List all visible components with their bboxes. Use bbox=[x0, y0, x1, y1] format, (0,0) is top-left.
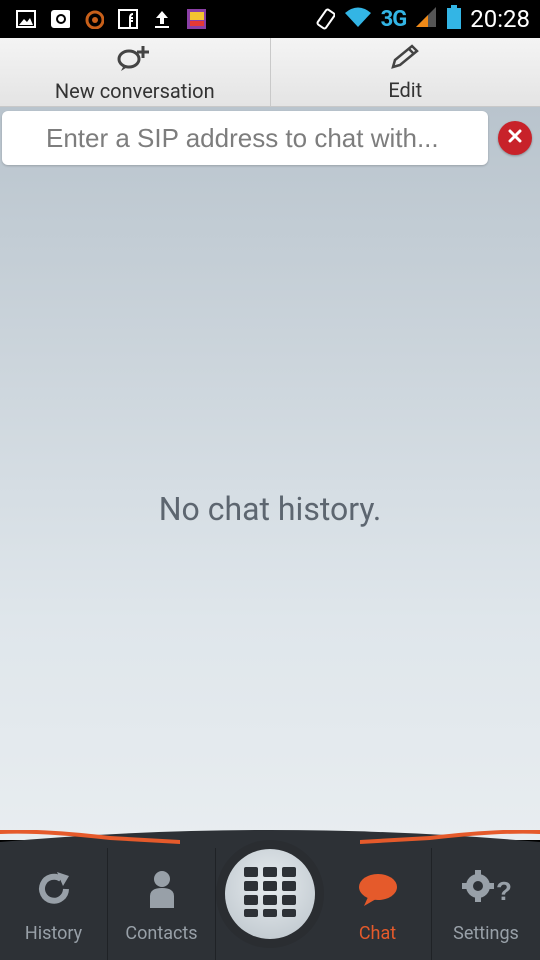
image-icon bbox=[16, 9, 36, 29]
pencil-icon bbox=[388, 43, 422, 78]
contacts-icon bbox=[142, 868, 182, 923]
facebook-icon bbox=[118, 9, 138, 29]
weather-icon bbox=[84, 9, 104, 29]
clear-button[interactable] bbox=[498, 121, 532, 155]
tab-chat-label: Chat bbox=[358, 923, 397, 944]
tab-settings[interactable]: ? Settings bbox=[432, 848, 540, 960]
new-conversation-button[interactable]: New conversation bbox=[0, 38, 271, 106]
edit-button[interactable]: Edit bbox=[271, 38, 540, 106]
svg-text:?: ? bbox=[496, 876, 512, 906]
settings-icon: ? bbox=[460, 868, 512, 923]
sip-address-field[interactable] bbox=[2, 111, 488, 165]
network-type: 3G bbox=[380, 6, 408, 32]
rotate-icon bbox=[315, 8, 335, 30]
mail-icon bbox=[50, 9, 70, 29]
tab-history[interactable]: History bbox=[0, 848, 108, 960]
dialer-button[interactable] bbox=[216, 840, 324, 948]
dialer-icon bbox=[242, 865, 298, 923]
close-icon bbox=[507, 128, 523, 148]
chat-icon bbox=[356, 870, 400, 923]
empty-state-message: No chat history. bbox=[158, 490, 382, 528]
signal-icon bbox=[414, 5, 438, 33]
tab-chat[interactable]: Chat bbox=[324, 848, 432, 960]
history-icon bbox=[33, 868, 75, 923]
edit-label: Edit bbox=[388, 77, 423, 102]
clock: 20:28 bbox=[470, 5, 530, 33]
new-conversation-label: New conversation bbox=[54, 78, 215, 103]
sip-address-input[interactable] bbox=[2, 111, 488, 165]
tab-contacts-label: Contacts bbox=[125, 923, 198, 944]
battery-icon bbox=[446, 4, 462, 34]
new-conversation-icon bbox=[112, 42, 158, 79]
game-icon bbox=[186, 9, 206, 29]
bottom-tab-bar: History Contacts Chat ? Settings bbox=[0, 830, 540, 960]
tab-settings-label: Settings bbox=[453, 923, 519, 944]
tab-history-label: History bbox=[24, 923, 83, 944]
status-bar: 3G 20:28 bbox=[0, 0, 540, 38]
wifi-icon bbox=[343, 5, 373, 33]
upload-icon bbox=[152, 9, 172, 29]
tab-contacts[interactable]: Contacts bbox=[108, 848, 216, 960]
action-bar: New conversation Edit bbox=[0, 38, 540, 107]
chat-list-area: No chat history. bbox=[0, 107, 540, 840]
